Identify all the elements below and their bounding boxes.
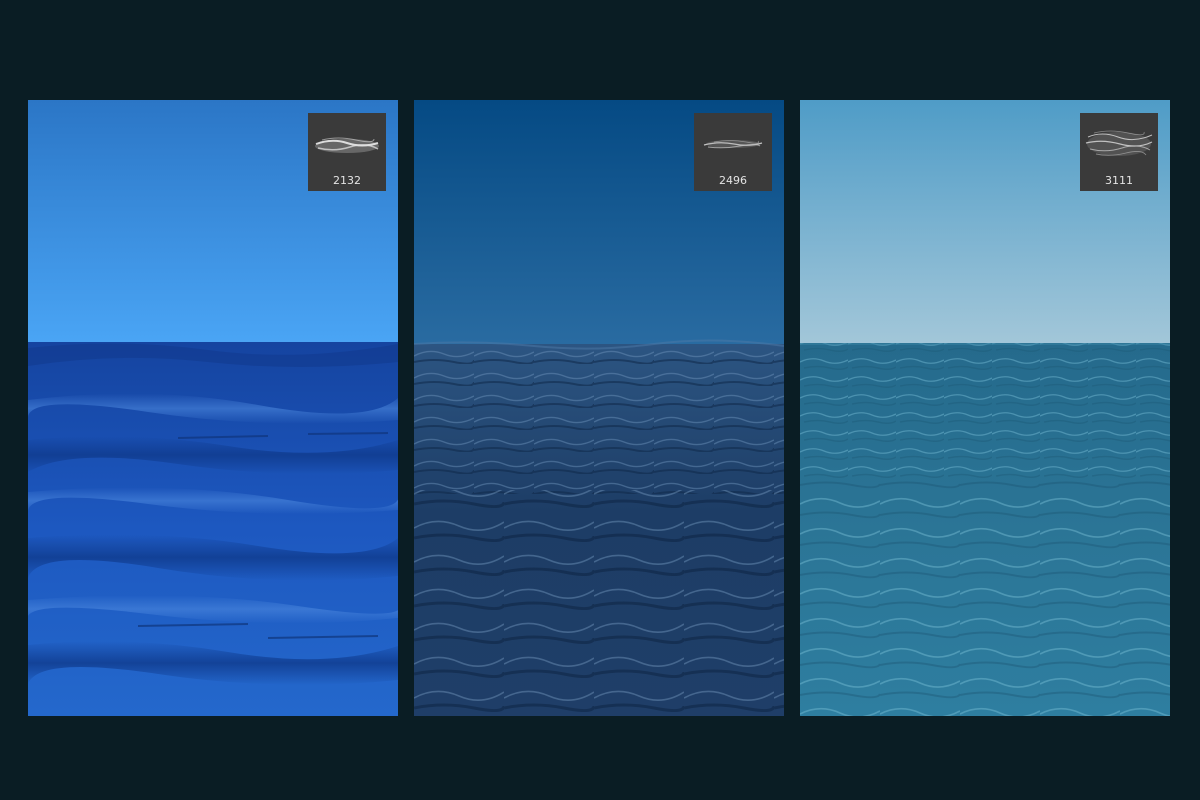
ocean-scene-2 [414,100,784,716]
brush-stroke-icon [1085,130,1153,156]
ocean-panel-3: 3111 [800,100,1170,716]
brush-thumbnail[interactable]: 2132 [308,113,386,191]
brush-size-label: 2496 [719,174,747,187]
ocean-panel-1: 2132 [28,100,398,716]
ocean-scene-1 [28,100,398,716]
ocean-panel-2: 2496 [414,100,784,716]
brush-size-label: 3111 [1105,174,1133,187]
brush-size-label: 2132 [333,174,361,187]
ocean-scene-3 [800,100,1170,716]
brush-preview-sheet: 2132 2496 3111 [0,0,1200,800]
brush-stroke-icon [703,140,763,149]
brush-thumbnail[interactable]: 2496 [694,113,772,191]
brush-thumbnail[interactable]: 3111 [1080,113,1158,191]
brush-stroke-icon [315,137,379,153]
